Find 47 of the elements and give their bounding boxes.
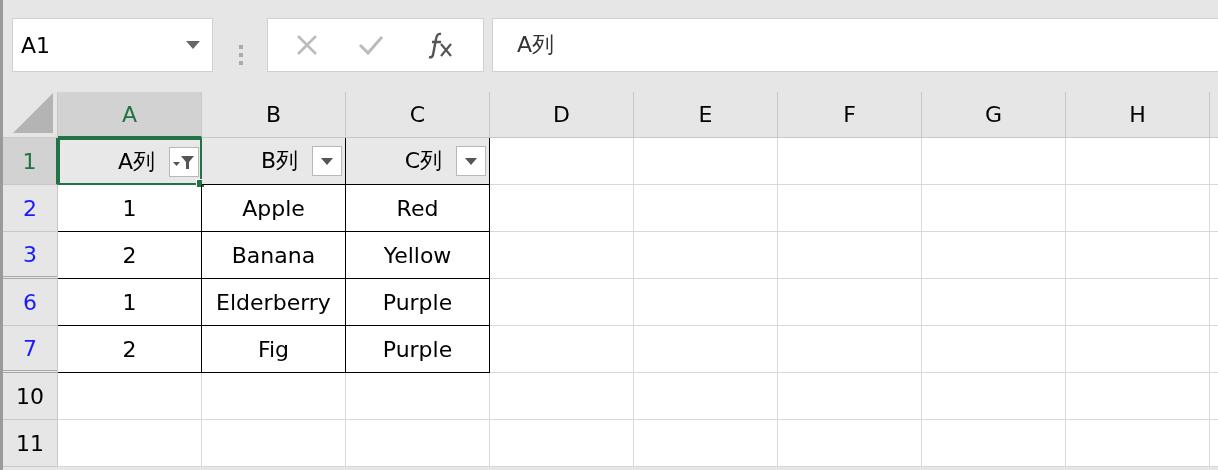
table-cell: Purple <box>346 326 490 373</box>
table-cell: Elderberry <box>202 279 346 326</box>
caret-icon <box>186 41 200 49</box>
table-cell: Apple <box>202 185 346 232</box>
row-header[interactable]: 7 <box>3 326 58 373</box>
table-cell: Banana <box>202 232 346 279</box>
header-cell[interactable]: B列 <box>202 138 346 185</box>
table-cell: Red <box>346 185 490 232</box>
grip-icon <box>239 45 243 65</box>
row-header[interactable]: 1 <box>3 138 58 185</box>
cell-reference: A1 <box>21 32 51 58</box>
table-cell: 2 <box>58 326 202 373</box>
header-cell[interactable]: C列 <box>346 138 490 185</box>
filter-button[interactable] <box>169 146 199 177</box>
filter-button[interactable] <box>312 146 342 176</box>
column-header[interactable]: D <box>490 92 634 138</box>
column-label: A列 <box>117 147 155 176</box>
column-header[interactable]: E <box>634 92 778 138</box>
caret-icon <box>321 157 333 165</box>
column-header[interactable]: H <box>1066 92 1210 138</box>
corner-triangle-icon <box>13 93 53 133</box>
formula-field[interactable]: A列 <box>492 18 1218 72</box>
column-header[interactable]: A <box>58 92 202 138</box>
column-header[interactable]: B <box>202 92 346 138</box>
table-cell: 1 <box>58 279 202 326</box>
column-header[interactable]: C <box>346 92 490 138</box>
name-box[interactable]: A1 <box>12 18 213 72</box>
column-label: B列 <box>260 147 298 175</box>
column-header[interactable]: F <box>778 92 922 138</box>
row-header[interactable]: 6 <box>3 279 58 326</box>
table-cell: 1 <box>58 185 202 232</box>
row-header[interactable]: 11 <box>3 420 58 467</box>
table-cell: Yellow <box>346 232 490 279</box>
row-header[interactable]: 3 <box>3 232 58 279</box>
table-cell: Purple <box>346 279 490 326</box>
caret-icon <box>465 157 477 165</box>
filter-icon <box>173 153 195 170</box>
table-cell: 2 <box>58 232 202 279</box>
table-cell: Fig <box>202 326 346 373</box>
check-icon <box>358 35 385 55</box>
row-header[interactable]: 10 <box>3 373 58 420</box>
close-icon <box>296 34 319 56</box>
column-header[interactable]: G <box>922 92 1066 138</box>
header-cell[interactable]: A列 <box>58 138 202 185</box>
row-header[interactable]: 2 <box>3 185 58 232</box>
column-label: C列 <box>404 147 442 175</box>
filter-button[interactable] <box>456 146 486 176</box>
